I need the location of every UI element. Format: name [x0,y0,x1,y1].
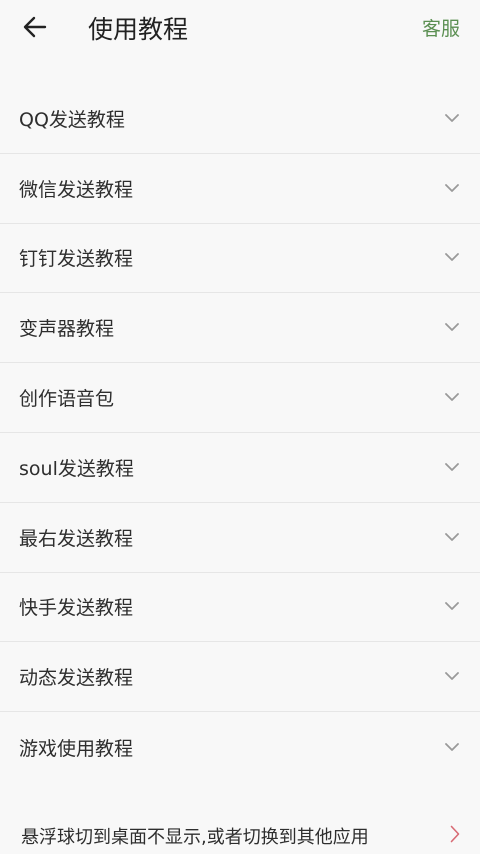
tutorial-item-create-voice-pack[interactable]: 创作语音包 [0,363,480,433]
tutorial-item-label: soul发送教程 [19,457,134,480]
chevron-down-icon [444,529,460,545]
chevron-down-icon [444,320,460,336]
chevron-down-icon [444,669,460,685]
tutorial-item-label: 游戏使用教程 [19,737,134,760]
tutorial-item-zuiyou[interactable]: 最右发送教程 [0,503,480,573]
tutorial-item-moments[interactable]: 动态发送教程 [0,642,480,713]
chevron-down-icon [444,180,460,196]
tutorial-item-label: 动态发送教程 [19,667,134,690]
chevron-down-icon [444,599,460,615]
arrow-left-icon [23,16,47,38]
chevron-down-icon [444,250,460,266]
tutorial-item-label: 创作语音包 [19,388,115,411]
tutorial-item-label: 快手发送教程 [19,597,134,620]
back-button[interactable] [18,12,52,42]
floating-ball-help-item[interactable]: 悬浮球切到桌面不显示,或者切换到其他应用 [0,818,480,854]
chevron-down-icon [444,739,460,755]
tutorial-item-label: 钉钉发送教程 [19,248,134,271]
tutorial-item-label: 变声器教程 [19,318,115,341]
chevron-down-icon [444,459,460,475]
app-header: 使用教程 客服 [0,0,480,56]
tutorial-item-label: 微信发送教程 [19,178,134,201]
tutorial-item-dingtalk[interactable]: 钉钉发送教程 [0,224,480,294]
floating-ball-help-label: 悬浮球切到桌面不显示,或者切换到其他应用 [21,827,369,848]
tutorial-item-kuaishou[interactable]: 快手发送教程 [0,573,480,643]
customer-service-button[interactable]: 客服 [422,14,460,41]
tutorial-item-qq[interactable]: QQ发送教程 [0,84,480,154]
chevron-down-icon [444,390,460,406]
page-title: 使用教程 [88,15,189,44]
tutorial-item-label: 最右发送教程 [19,527,134,550]
tutorial-list: QQ发送教程 微信发送教程 钉钉发送教程 变声器教程 创作语音包 soul发送教… [0,84,480,782]
chevron-right-icon [450,825,460,847]
tutorial-item-soul[interactable]: soul发送教程 [0,433,480,503]
tutorial-item-label: QQ发送教程 [19,108,125,131]
tutorial-item-voice-changer[interactable]: 变声器教程 [0,293,480,364]
chevron-down-icon [444,110,460,126]
tutorial-item-wechat[interactable]: 微信发送教程 [0,154,480,224]
tutorial-item-game[interactable]: 游戏使用教程 [0,712,480,782]
